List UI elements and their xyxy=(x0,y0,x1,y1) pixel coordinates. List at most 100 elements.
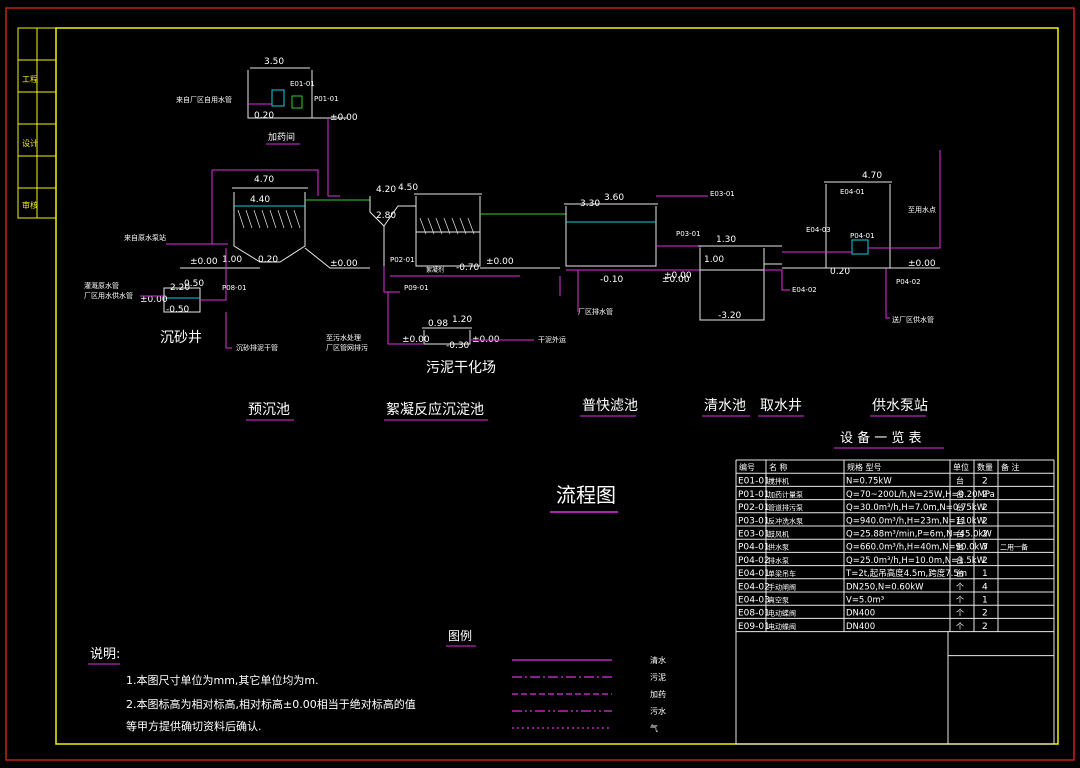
sludge-b: 1.20 xyxy=(452,315,472,325)
pre-ground-elev: ±0.00 xyxy=(190,257,218,267)
tag-p03: P03-01 xyxy=(676,230,701,238)
coag-elev-c: 2.80 xyxy=(376,211,396,221)
table-cell-qty: 2 xyxy=(982,503,988,513)
table-cell-qty: 3 xyxy=(982,543,988,553)
side-stamp-text-1: 工程 xyxy=(22,75,38,84)
table-cell-spec: Q=25.88m³/min,P=6m,N=45.0kW xyxy=(846,530,992,540)
table-cell-code: E04-01 xyxy=(738,569,770,579)
clear-mid: 1.00 xyxy=(704,255,724,265)
table-cell-unit: 台 xyxy=(956,489,964,499)
table-cell-qty: 2 xyxy=(982,490,988,500)
section-coagulation: 絮凝反应沉淀池 xyxy=(386,401,484,418)
side-stamp-text-3: 审核 xyxy=(22,200,38,210)
table-header-cell: 备 注 xyxy=(1001,462,1020,472)
table-cell-qty: 2 xyxy=(982,622,988,632)
table-cell-code: P01-01 xyxy=(738,490,770,500)
tag-p01: P01-01 xyxy=(314,95,339,103)
table-cell-spec: Q=660.0m³/h,H=40m,N=90.0kW xyxy=(846,543,988,553)
pre-bottom-elev: 0.20 xyxy=(258,255,278,265)
sand-bottom: -0.50 xyxy=(166,305,190,315)
annotation-plant-raw2: 厂区用水供水管 xyxy=(84,291,133,300)
table-cell-code: E08-01 xyxy=(738,609,770,619)
notes-line-1: 1.本图尺寸单位为mm,其它单位均为m. xyxy=(126,673,319,687)
tag-p08: P08-01 xyxy=(222,284,247,292)
table-cell-unit: 台 xyxy=(956,515,964,525)
table-cell-unit: 个 xyxy=(956,582,964,591)
table-cell-name: 电动蝶阀 xyxy=(768,622,796,631)
clear-bottom: -3.20 xyxy=(718,311,742,321)
tag-e04-2: E04-02 xyxy=(792,286,817,294)
table-cell-unit: 台 xyxy=(956,542,964,552)
tag-p04: P04-01 xyxy=(850,232,875,240)
annotation-coag-pump: 絮凝剂 xyxy=(426,266,444,274)
filter-top: 3.60 xyxy=(604,193,624,203)
table-cell-name: 反冲洗水泵 xyxy=(768,516,803,525)
coag-elev-a: 4.20 xyxy=(376,185,396,195)
pre-ground-2: ±0.00 xyxy=(330,259,358,269)
section-pump-station: 供水泵站 xyxy=(872,398,928,414)
table-header-cell: 单位 xyxy=(953,462,969,472)
legend-label: 污水 xyxy=(650,706,666,716)
table-cell-qty: 2 xyxy=(982,516,988,526)
annotation-return: 送厂区供水管 xyxy=(892,315,934,324)
annotation-supply: 至用水点 xyxy=(908,205,936,214)
table-cell-name: 搅拌机 xyxy=(768,477,789,486)
legend: 清水污泥加药污水气 xyxy=(512,655,666,733)
table-cell-code: E04-03 xyxy=(738,596,770,606)
coag-ground2: ±0.00 xyxy=(486,257,514,267)
tag-e04-3: E04-03 xyxy=(806,226,831,234)
table-header-cell: 数量 xyxy=(977,462,993,472)
fast-filter xyxy=(564,203,658,267)
table-cell-unit: 个 xyxy=(956,609,964,618)
table-cell-qty: 1 xyxy=(982,596,988,606)
table-cell-unit: 台 xyxy=(956,568,964,578)
legend-label: 加药 xyxy=(650,689,666,699)
clear-top: 1.30 xyxy=(716,235,736,245)
table-header-cell: 规格 型号 xyxy=(847,462,882,472)
table-cell-code: P03-01 xyxy=(738,516,770,526)
filter-water: 3.30 xyxy=(580,199,600,209)
legend-label: 气 xyxy=(650,723,658,733)
inner-frame xyxy=(55,27,1059,745)
side-stamp-lines xyxy=(18,28,56,218)
tag-p02: P02-01 xyxy=(390,256,415,264)
coag-elev-b: 4.50 xyxy=(398,183,418,193)
equipment-table: 编号 名 称 规格 型号 单位 数量备 注 E01-01搅拌机 N=0.75kW 台 2 P01-… xyxy=(735,459,1055,745)
annotation-from-source: 来自厂区自用水管 xyxy=(176,95,232,104)
notes-line-2: 2.本图标高为相对标高,相对标高±0.00相当于绝对标高的值 xyxy=(126,697,416,711)
section-sand-well: 沉砂井 xyxy=(160,330,202,346)
sand-elev-b: 0.50 xyxy=(184,279,204,289)
table-cell-unit: 台 xyxy=(956,529,964,539)
table-cell-name: 鼓风机 xyxy=(768,530,789,539)
annotation-backwash: 厂区排水管 xyxy=(578,307,613,316)
section-fast-filter: 普快滤池 xyxy=(582,398,638,414)
table-cell-code: P04-01 xyxy=(738,543,770,553)
annotation-dry-sludge: 干泥外运 xyxy=(538,335,566,344)
drawing-title: 流程图 xyxy=(556,483,616,507)
table-cell-code: P04-02 xyxy=(738,556,770,566)
table-cell-spec: DN400 xyxy=(846,609,875,619)
table-cell-spec: DN400 xyxy=(846,622,875,632)
table-header-cell: 名 称 xyxy=(769,462,788,472)
coag-low: -0.70 xyxy=(456,263,480,273)
table-cell-qty: 4 xyxy=(982,582,988,592)
notes-heading: 说明: xyxy=(90,647,120,662)
side-stamp-text-2: 设计 xyxy=(22,138,38,148)
tag-e03: E03-01 xyxy=(710,190,735,198)
annotation-plant-raw: 灌溉原水管 xyxy=(84,281,119,290)
table-cell-code: E04-02 xyxy=(738,582,770,592)
dosing-room-label: 加药间 xyxy=(268,131,295,143)
dosing-floor-elev: 0.20 xyxy=(254,111,274,121)
table-title: 设 备 一 览 表 xyxy=(840,430,922,446)
tag-p04-2: P04-02 xyxy=(896,278,921,286)
tag-e04-1: E04-01 xyxy=(840,188,865,196)
table-cell-name: 真空泵 xyxy=(768,596,789,605)
table-cell-unit: 个 xyxy=(956,596,964,605)
annotation-raw-water: 来自原水泵站 xyxy=(124,233,166,242)
table-cell-qty: 2 xyxy=(982,609,988,619)
section-intake-well: 取水井 xyxy=(760,398,802,414)
table-cell-spec: DN250,N=0.60kW xyxy=(846,582,924,592)
table-cell-name: 排水泵 xyxy=(768,556,789,565)
table-cell-name: 手动闸阀 xyxy=(768,582,796,591)
sludge-a: 0.98 xyxy=(428,319,448,329)
